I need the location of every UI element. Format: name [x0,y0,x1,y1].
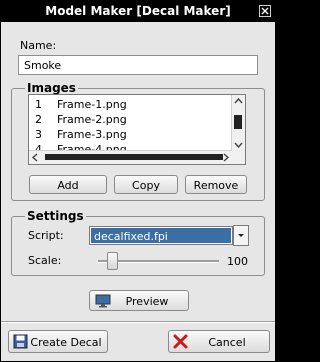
scale-value: 100 [227,255,248,268]
window-title: Model Maker [Decal Maker] [45,4,231,18]
create-decal-button[interactable]: Create Decal [8,330,108,353]
create-decal-label: Create Decal [30,336,102,349]
close-icon[interactable] [259,5,271,17]
list-item-number: 3 [35,128,42,141]
list-item-number: 1 [35,98,42,111]
scale-label: Scale: [28,254,62,267]
scale-slider-thumb[interactable] [107,252,118,270]
scroll-right-icon[interactable] [219,151,232,164]
add-button-label: Add [57,179,79,192]
title-bar[interactable]: Model Maker [Decal Maker] [1,1,275,22]
name-label: Name: [20,39,57,52]
preview-button-label: Preview [125,295,169,308]
remove-button[interactable]: Remove [185,175,247,194]
chevron-down-icon[interactable] [233,225,249,246]
decal-maker-window: Model Maker [Decal Maker] Name: Smoke Im… [0,0,276,362]
scroll-left-icon[interactable] [29,151,42,164]
images-group-title: Images [25,81,78,95]
vertical-scrollbar[interactable] [231,95,245,151]
monitor-icon [95,294,111,308]
script-select[interactable]: decalfixed.fpi [89,226,233,245]
list-item[interactable]: 3 Frame-3.png [29,127,231,142]
scroll-corner [232,151,245,164]
red-x-icon [173,334,188,349]
list-item-name: Frame-2.png [57,113,127,126]
scroll-up-icon[interactable] [232,95,245,108]
floppy-disk-icon [13,334,28,349]
list-item-name: Frame-1.png [57,98,127,111]
preview-button[interactable]: Preview [89,290,189,311]
list-item[interactable]: 2 Frame-2.png [29,112,231,127]
cancel-label: Cancel [208,336,246,349]
name-input[interactable]: Smoke [18,55,258,75]
cancel-button[interactable]: Cancel [168,330,270,353]
copy-button-label: Copy [132,179,160,192]
horizontal-scroll-thumb[interactable] [45,154,223,160]
scroll-down-icon[interactable] [232,138,245,151]
add-button[interactable]: Add [29,175,107,194]
images-list[interactable]: 1 Frame-1.png 2 Frame-2.png 3 Frame-3.pn… [28,94,246,165]
footer-separator [1,321,275,323]
horizontal-scrollbar[interactable] [29,150,232,164]
script-select-value: decalfixed.fpi [91,228,231,243]
settings-group-title: Settings [25,209,86,223]
list-item-name: Frame-3.png [57,128,127,141]
script-label: Script: [28,229,64,242]
list-item[interactable]: 1 Frame-1.png [29,97,231,112]
list-item-number: 2 [35,113,42,126]
remove-button-label: Remove [193,179,239,192]
vertical-scroll-thumb[interactable] [234,115,242,129]
copy-button[interactable]: Copy [114,175,178,194]
